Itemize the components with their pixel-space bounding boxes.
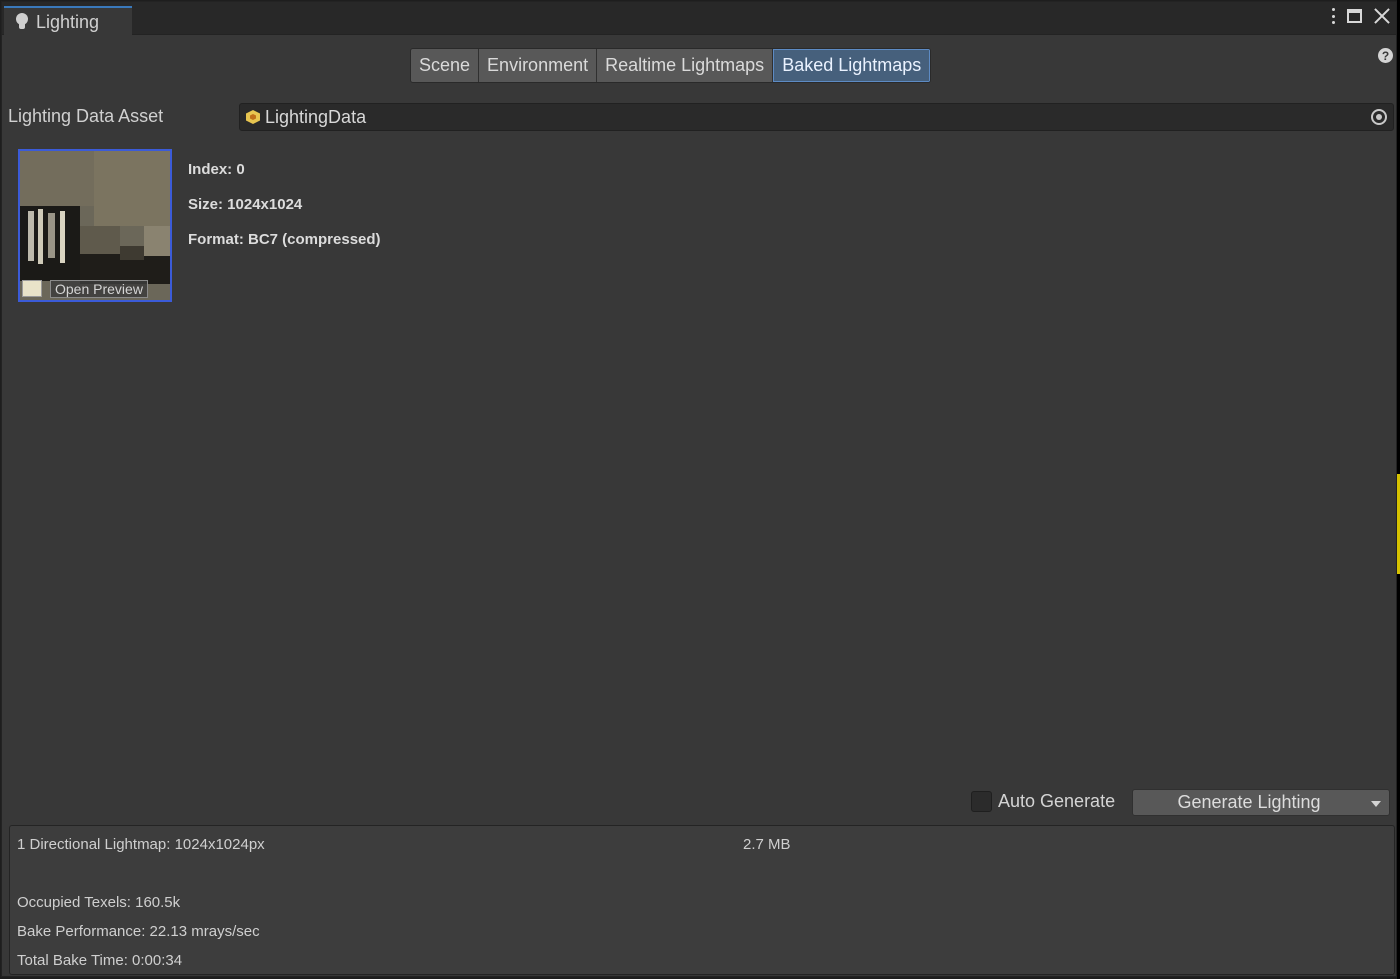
window-controls — [1331, 8, 1390, 24]
lighting-data-asset-label: Lighting Data Asset — [8, 106, 164, 126]
bake-stats-panel: 1 Directional Lightmap: 1024x1024px 2.7 … — [9, 825, 1395, 975]
window-title: Lighting — [36, 11, 100, 32]
occupied-texels-stat: Occupied Texels: 160.5k — [17, 894, 181, 911]
auto-generate-checkbox[interactable] — [971, 791, 992, 812]
lightmap-block — [60, 211, 65, 263]
tab-baked-lightmaps[interactable]: Baked Lightmaps — [773, 49, 931, 82]
lightmap-badge-icon — [22, 280, 42, 297]
bake-performance-stat: Bake Performance: 22.13 mrays/sec — [17, 923, 260, 940]
lightmap-format: Format: BC7 (compressed) — [188, 231, 381, 248]
lightmap-block — [80, 226, 120, 254]
lightmap-size: Size: 1024x1024 — [188, 196, 303, 213]
lightmap-block — [94, 151, 170, 226]
lightmap-block — [144, 226, 170, 256]
more-options-icon[interactable] — [1331, 8, 1335, 24]
lightmap-index: Index: 0 — [188, 161, 245, 178]
tab-scene[interactable]: Scene — [411, 49, 480, 82]
lightmap-block — [38, 209, 43, 264]
lightmap-block — [28, 211, 34, 261]
help-icon[interactable]: ? — [1378, 48, 1393, 63]
generate-lighting-button[interactable]: Generate Lighting — [1132, 789, 1390, 816]
tab-environment[interactable]: Environment — [479, 49, 598, 82]
lighting-window: Lighting Scene Environment Realtime Ligh… — [1, 1, 1397, 977]
lighting-data-asset-icon — [246, 110, 260, 124]
auto-generate-label: Auto Generate — [998, 791, 1116, 811]
lightmap-block — [48, 213, 55, 258]
close-icon[interactable] — [1374, 8, 1390, 24]
lightmap-thumbnail[interactable]: Open Preview — [18, 149, 172, 302]
generate-lighting-label: Generate Lighting — [1177, 792, 1321, 812]
total-bake-time-stat: Total Bake Time: 0:00:34 — [17, 952, 183, 969]
lightmap-block — [20, 151, 94, 206]
object-picker-icon[interactable] — [1371, 109, 1387, 125]
maximize-icon[interactable] — [1347, 9, 1362, 23]
lighting-tabs: Scene Environment Realtime Lightmaps Bak… — [410, 48, 932, 83]
lightmap-block — [120, 246, 144, 260]
lightmap-memory-stat: 2.7 MB — [743, 836, 791, 853]
light-bulb-icon — [16, 13, 28, 31]
lighting-data-asset-field[interactable]: LightingData — [239, 103, 1394, 131]
window-tab-lighting[interactable]: Lighting — [4, 6, 132, 36]
directional-lightmap-stat: 1 Directional Lightmap: 1024x1024px — [17, 836, 265, 853]
title-bar: Lighting — [2, 2, 1396, 36]
open-preview-button[interactable]: Open Preview — [50, 280, 148, 298]
tab-realtime-lightmaps[interactable]: Realtime Lightmaps — [597, 49, 774, 82]
dropdown-arrow-icon[interactable] — [1371, 801, 1381, 807]
lighting-data-asset-value: LightingData — [265, 106, 367, 127]
